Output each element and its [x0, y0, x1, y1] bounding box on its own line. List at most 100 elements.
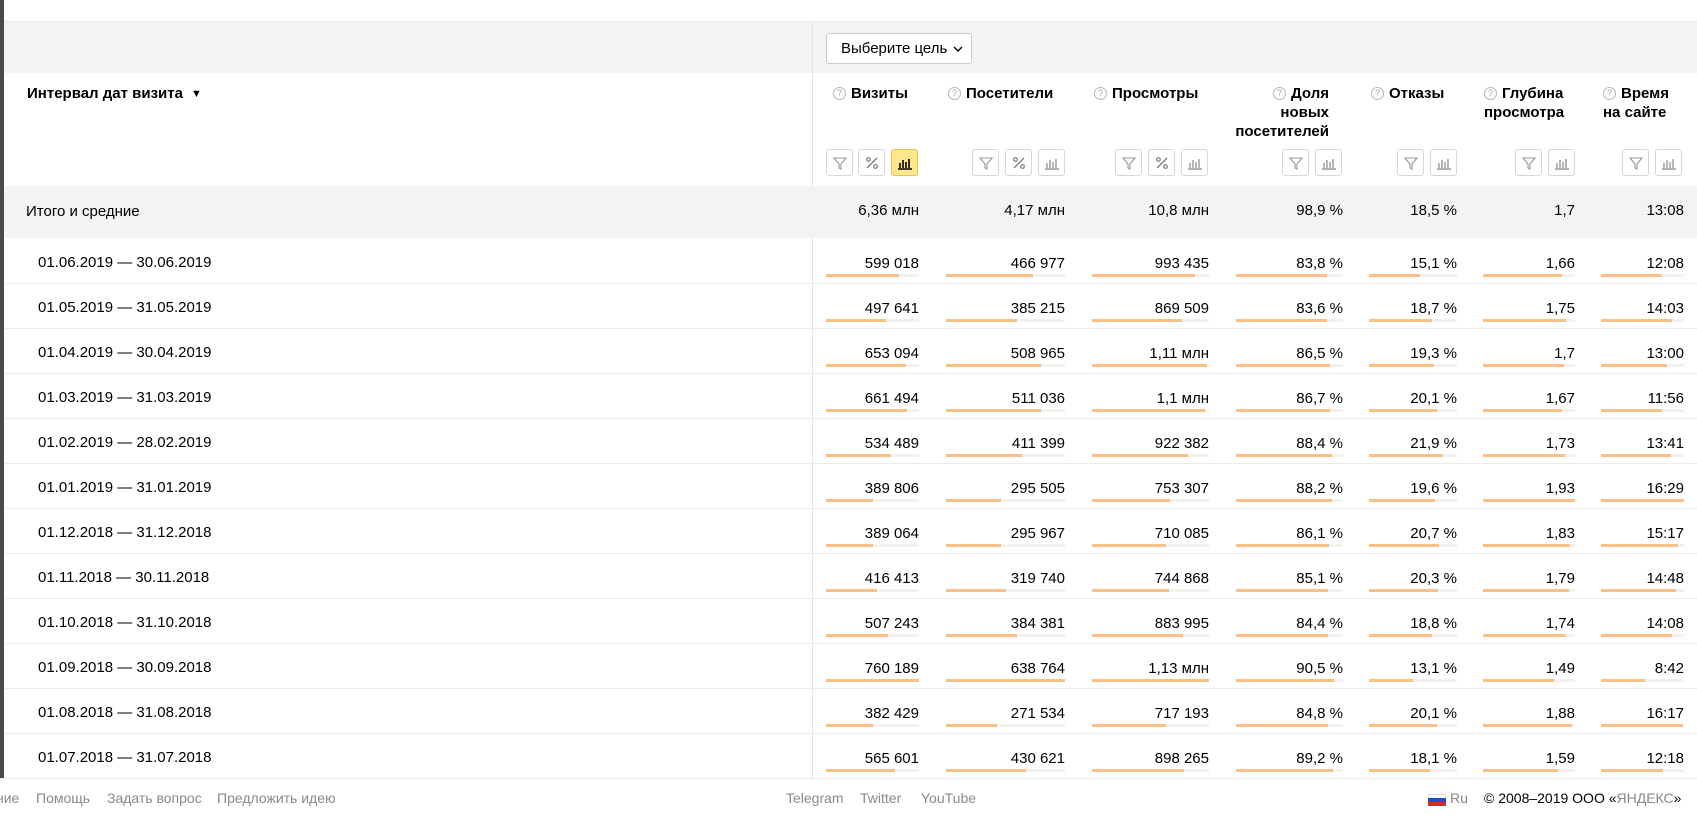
row-visits-bar-fill	[826, 409, 907, 412]
visits-percent-button[interactable]	[858, 149, 885, 176]
row-new_share: 86,7 %	[1296, 390, 1343, 407]
row-visits-bar-fill	[826, 769, 895, 772]
row-date[interactable]: 01.06.2019 — 30.06.2019	[38, 254, 211, 271]
time-filter-button[interactable]	[1622, 149, 1649, 176]
pageviews-filter-button[interactable]	[1115, 149, 1142, 176]
help-icon[interactable]: ?	[833, 87, 846, 100]
row-depth-bar	[1483, 274, 1575, 277]
time-chart-button[interactable]	[1655, 149, 1682, 176]
visitors-chart-button[interactable]	[1038, 149, 1065, 176]
row-depth: 1,73	[1545, 435, 1575, 452]
row-visitors: 638 764	[1010, 660, 1065, 677]
help-icon[interactable]: ?	[948, 87, 961, 100]
row-depth-bar-fill	[1483, 454, 1565, 457]
row-bounce-bar	[1369, 499, 1457, 502]
help-icon[interactable]: ?	[1484, 87, 1497, 100]
column-label-line: Посетители	[966, 85, 1054, 102]
pageviews-chart-button[interactable]	[1181, 149, 1208, 176]
russia-flag-icon[interactable]	[1428, 794, 1446, 806]
depth-chart-button[interactable]	[1548, 149, 1575, 176]
column-header-visits[interactable]: ? Визиты	[833, 84, 908, 103]
sort-arrow-icon[interactable]: ▼	[191, 88, 202, 100]
filter-icon	[1121, 156, 1136, 170]
row-date[interactable]: 01.10.2018 — 31.10.2018	[38, 614, 211, 631]
row-time: 13:41	[1646, 435, 1684, 452]
row-new_share: 83,8 %	[1296, 255, 1343, 272]
row-time-bar	[1601, 319, 1684, 322]
row-visitors-bar-fill	[946, 769, 1026, 772]
row-date[interactable]: 01.01.2019 — 31.01.2019	[38, 479, 211, 496]
row-visits: 534 489	[864, 435, 919, 452]
row-date[interactable]: 01.12.2018 — 31.12.2018	[38, 524, 211, 541]
row-time-bar-fill	[1601, 679, 1645, 682]
depth-filter-button[interactable]	[1515, 149, 1542, 176]
row-bounce-bar	[1369, 589, 1457, 592]
column-label-line: просмотра	[1484, 104, 1565, 121]
visitors-percent-button[interactable]	[1005, 149, 1032, 176]
row-pageviews-bar	[1092, 634, 1209, 637]
row-time-bar-fill	[1601, 544, 1678, 547]
visitors-filter-button[interactable]	[972, 149, 999, 176]
row-visitors-bar-fill	[946, 364, 1041, 367]
row-new_share-bar-fill	[1236, 589, 1328, 592]
row-pageviews: 883 995	[1154, 615, 1209, 632]
column-header-bounce[interactable]: ? Отказы	[1371, 84, 1444, 103]
row-date[interactable]: 01.09.2018 — 30.09.2018	[38, 659, 211, 676]
footer-link-0[interactable]: ние	[0, 790, 19, 806]
row-date[interactable]: 01.08.2018 — 31.08.2018	[38, 704, 211, 721]
column-header-time[interactable]: ? Время на сайте	[1603, 84, 1669, 122]
visits-filter-button[interactable]	[826, 149, 853, 176]
row-new_share-bar	[1236, 499, 1343, 502]
bounce-chart-button[interactable]	[1430, 149, 1457, 176]
row-date[interactable]: 01.07.2018 — 31.07.2018	[38, 749, 211, 766]
help-icon[interactable]: ?	[1371, 87, 1384, 100]
footer-link-3[interactable]: Предложить идею	[217, 790, 336, 806]
row-new_share-bar-fill	[1236, 409, 1330, 412]
row-time: 16:17	[1646, 705, 1684, 722]
row-visits: 653 094	[864, 345, 919, 362]
row-date[interactable]: 01.03.2019 — 31.03.2019	[38, 389, 211, 406]
row-bounce: 19,3 %	[1410, 345, 1457, 362]
filter-icon	[978, 156, 993, 170]
column-header-new_share[interactable]: ? Доля новых посетителей	[1195, 84, 1329, 141]
dimension-header[interactable]: Интервал дат визита ▼	[27, 85, 202, 102]
goal-select-button[interactable]: Выберите цель	[826, 33, 972, 64]
new_share-filter-button[interactable]	[1282, 149, 1309, 176]
row-time-bar	[1601, 589, 1684, 592]
row-visits-bar-fill	[826, 364, 906, 367]
row-new_share-bar-fill	[1236, 364, 1330, 367]
row-new_share-bar	[1236, 769, 1343, 772]
footer-link-5[interactable]: Twitter	[860, 790, 901, 806]
column-header-pageviews[interactable]: ? Просмотры	[1094, 84, 1198, 103]
pageviews-percent-button[interactable]	[1148, 149, 1175, 176]
row-pageviews-bar	[1092, 544, 1209, 547]
help-icon[interactable]: ?	[1603, 87, 1616, 100]
help-icon[interactable]: ?	[1273, 87, 1287, 100]
row-date[interactable]: 01.05.2019 — 31.05.2019	[38, 299, 211, 316]
footer-link-4[interactable]: Telegram	[786, 790, 844, 806]
yandex-link[interactable]: ЯНДЕКС	[1617, 790, 1674, 806]
row-depth-bar-fill	[1483, 499, 1575, 502]
help-icon[interactable]: ?	[1094, 87, 1107, 100]
footer-link-6[interactable]: YouTube	[921, 790, 976, 806]
visits-chart-button[interactable]	[891, 149, 918, 176]
column-header-visitors[interactable]: ? Посетители	[948, 84, 1053, 103]
row-date[interactable]: 01.11.2018 — 30.11.2018	[38, 569, 209, 586]
row-new_share: 90,5 %	[1296, 660, 1343, 677]
bounce-filter-button[interactable]	[1397, 149, 1424, 176]
row-bounce: 13,1 %	[1410, 660, 1457, 677]
new_share-chart-button[interactable]	[1315, 149, 1342, 176]
row-new_share-bar-fill	[1236, 454, 1332, 457]
row-visits-bar	[826, 544, 919, 547]
footer-link-1[interactable]: Помощь	[36, 790, 90, 806]
row-date[interactable]: 01.02.2019 — 28.02.2019	[38, 434, 211, 451]
column-label-line: новых	[1280, 104, 1329, 121]
row-date[interactable]: 01.04.2019 — 30.04.2019	[38, 344, 211, 361]
row-pageviews: 717 193	[1154, 705, 1209, 722]
row-new_share-bar-fill	[1236, 679, 1334, 682]
language-link[interactable]: Ru	[1450, 790, 1468, 806]
row-pageviews-bar	[1092, 499, 1209, 502]
top-strip	[4, 0, 1697, 21]
column-header-depth[interactable]: ? Глубина просмотра	[1484, 84, 1564, 122]
footer-link-2[interactable]: Задать вопрос	[107, 790, 202, 806]
